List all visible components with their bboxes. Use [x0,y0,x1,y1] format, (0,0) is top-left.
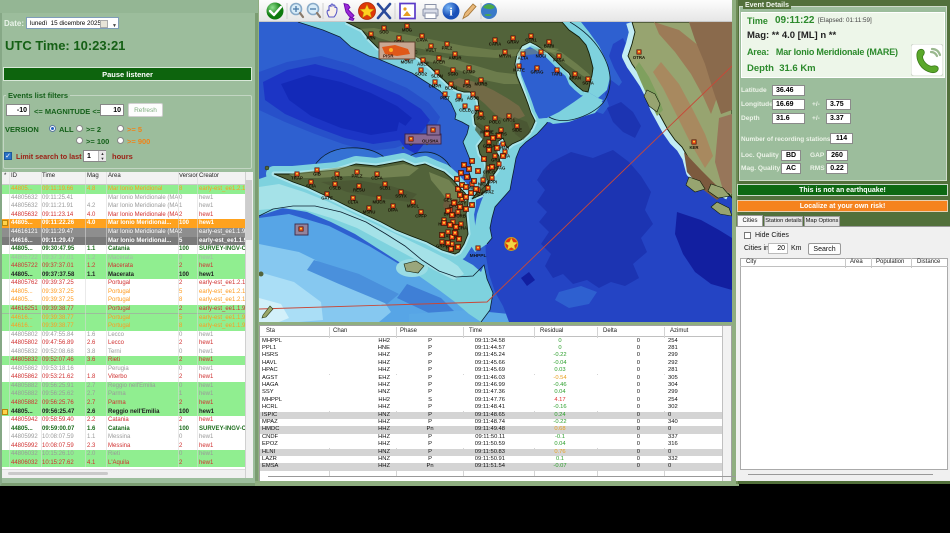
svg-text:BLCN: BLCN [445,86,457,91]
svg-text:CAMP: CAMP [463,70,476,75]
svg-text:OTRA: OTRA [633,55,645,60]
svg-text:CAVA: CAVA [416,38,428,43]
svg-text:CRO1: CRO1 [503,118,516,123]
svg-text:GRAG: GRAG [531,70,545,75]
svg-text:PIET: PIET [440,96,450,101]
svg-text:ALTA: ALTA [518,56,529,61]
svg-text:MSRU: MSRU [363,210,376,215]
svg-text:SGTA: SGTA [582,81,594,86]
svg-text:FRAN: FRAN [569,76,581,81]
svg-text:MRVN: MRVN [499,54,512,59]
svg-text:MHPPL: MHPPL [470,253,487,259]
svg-text:CPFP: CPFP [415,214,427,219]
svg-text:SLCN: SLCN [431,74,443,79]
svg-text:SOC: SOC [476,116,485,121]
svg-text:CSLB: CSLB [329,186,341,191]
svg-text:PRN: PRN [366,36,375,41]
svg-text:BARI: BARI [544,44,555,49]
svg-text:SIDE: SIDE [512,128,522,133]
svg-text:SSYX: SSYX [395,194,407,199]
svg-text:VULT: VULT [426,48,437,53]
svg-text:GIB: GIB [313,172,321,177]
svg-text:SLB1: SLB1 [380,186,392,191]
svg-text:CLTA: CLTA [348,200,359,205]
svg-text:ABSR: ABSR [467,96,480,101]
svg-text:KER: KER [689,145,699,150]
svg-text:MATE: MATE [513,68,525,73]
svg-text:CLTB: CLTB [331,176,342,181]
svg-text:ACER: ACER [433,60,446,65]
svg-text:GRAV: GRAV [507,40,519,45]
svg-text:MSCL: MSCL [407,204,420,209]
svg-text:DIPA: DIPA [388,208,398,213]
svg-text:MOG: MOG [402,28,413,33]
svg-text:MUCR: MUCR [373,200,387,205]
svg-text:TAR1: TAR1 [552,72,564,77]
svg-text:MONT: MONT [401,60,414,65]
svg-text:TRAP: TRAP [291,176,303,181]
svg-text:CMPR: CMPR [429,84,443,89]
svg-text:OPPI: OPPI [487,180,497,185]
svg-text:SIRI: SIRI [455,98,463,103]
svg-text:OLISHA: OLISHA [422,139,439,144]
svg-text:CEFA: CEFA [371,176,382,181]
svg-text:AMUR: AMUR [449,56,463,61]
svg-text:POLC: POLC [489,120,501,125]
svg-text:PSB: PSB [463,84,472,89]
svg-text:MPAZ: MPAZ [482,190,494,195]
svg-text:SOO: SOO [379,30,389,35]
svg-text:PISR: PISR [383,54,394,59]
svg-text:NOCI: NOCI [536,54,547,59]
svg-text:RESU: RESU [353,188,365,193]
svg-text:CARA: CARA [489,42,501,47]
svg-text:PALZ: PALZ [352,174,363,179]
svg-text:MURB: MURB [475,82,488,87]
svg-text:SCIA: SCIA [306,184,316,189]
svg-text:OTR1: OTR1 [525,38,537,43]
svg-text:GATE: GATE [321,196,333,201]
svg-text:ABLE: ABLE [417,62,429,67]
svg-text:FASA: FASA [553,58,564,63]
svg-text:SOO2: SOO2 [415,72,428,77]
svg-text:CELB: CELB [459,108,471,113]
svg-text:SGIO: SGIO [448,72,459,77]
svg-text:PAL2: PAL2 [442,46,453,51]
